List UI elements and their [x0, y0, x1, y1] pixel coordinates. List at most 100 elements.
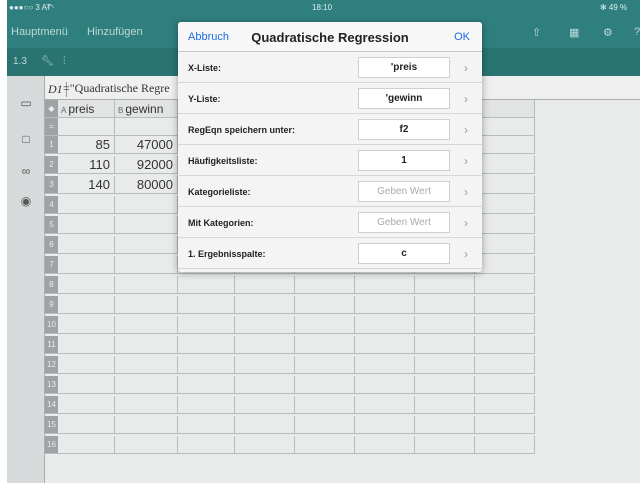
table-cell[interactable]: 110 [58, 156, 115, 174]
camera-icon[interactable]: ◉ [18, 194, 34, 208]
table-cell[interactable] [475, 376, 535, 394]
share-icon[interactable]: ⇧ [532, 26, 541, 39]
chevron-right-icon[interactable]: › [464, 92, 468, 106]
table-cell[interactable] [295, 296, 355, 314]
table-cell[interactable] [475, 396, 535, 414]
table-cell[interactable] [355, 336, 415, 354]
formula-cell[interactable] [115, 118, 178, 136]
row-number[interactable]: 3 [45, 176, 58, 194]
table-cell[interactable] [58, 356, 115, 374]
table-cell[interactable] [355, 316, 415, 334]
table-cell[interactable] [415, 376, 475, 394]
calculator-icon[interactable]: ▦ [569, 26, 579, 39]
option-value-field[interactable]: 1 [358, 150, 450, 171]
book-icon[interactable]: □ [18, 132, 34, 146]
table-cell[interactable] [415, 276, 475, 294]
row-number[interactable]: 2 [45, 156, 58, 174]
wrench-icon[interactable]: 🔧︎ [41, 56, 54, 67]
table-cell[interactable]: 85 [58, 136, 115, 154]
row-number[interactable]: 15 [45, 416, 58, 434]
table-cell[interactable] [475, 216, 535, 234]
chevron-right-icon[interactable]: › [464, 61, 468, 75]
table-cell[interactable] [235, 396, 295, 414]
row-number[interactable]: 11 [45, 336, 58, 354]
table-cell[interactable] [235, 296, 295, 314]
row-number[interactable]: 12 [45, 356, 58, 374]
row-number[interactable]: 1 [45, 136, 58, 154]
row-number[interactable]: 16 [45, 436, 58, 454]
chevron-right-icon[interactable]: › [464, 185, 468, 199]
row-number[interactable]: 10 [45, 316, 58, 334]
table-cell[interactable] [58, 196, 115, 214]
help-icon[interactable]: ? [634, 26, 640, 38]
table-cell[interactable] [415, 396, 475, 414]
table-cell[interactable] [355, 396, 415, 414]
table-cell[interactable] [178, 436, 235, 454]
row-number[interactable]: 9 [45, 296, 58, 314]
table-cell[interactable] [178, 296, 235, 314]
table-cell[interactable] [415, 336, 475, 354]
table-cell[interactable] [178, 336, 235, 354]
table-cell[interactable] [355, 376, 415, 394]
row-number[interactable]: 8 [45, 276, 58, 294]
table-cell[interactable] [415, 356, 475, 374]
table-cell[interactable] [58, 436, 115, 454]
chevron-right-icon[interactable]: › [464, 154, 468, 168]
option-value-field[interactable]: Geben Wert [358, 181, 450, 202]
table-cell[interactable] [178, 356, 235, 374]
table-cell[interactable] [115, 296, 178, 314]
table-cell[interactable] [235, 336, 295, 354]
table-cell[interactable] [235, 436, 295, 454]
table-cell[interactable] [295, 356, 355, 374]
dialog-option-row[interactable]: X-Liste: 'preis › [178, 53, 482, 83]
dialog-option-row[interactable]: 1. Ergebnisspalte: c › [178, 239, 482, 269]
table-cell[interactable] [115, 316, 178, 334]
ok-button[interactable]: OK [454, 31, 470, 43]
table-cell[interactable] [235, 276, 295, 294]
table-cell[interactable] [58, 256, 115, 274]
table-cell[interactable] [235, 416, 295, 434]
dialog-option-row[interactable]: Kategorieliste: Geben Wert › [178, 177, 482, 207]
table-cell[interactable] [475, 156, 535, 174]
home-menu-button[interactable]: Hauptmenü [11, 26, 68, 38]
table-cell[interactable] [58, 416, 115, 434]
chevron-right-icon[interactable]: › [464, 247, 468, 261]
table-cell[interactable] [475, 436, 535, 454]
table-cell[interactable] [355, 296, 415, 314]
table-cell[interactable] [475, 296, 535, 314]
table-cell[interactable] [475, 416, 535, 434]
table-cell[interactable] [115, 436, 178, 454]
table-cell[interactable] [415, 296, 475, 314]
row-number[interactable]: 7 [45, 256, 58, 274]
table-cell[interactable] [178, 396, 235, 414]
table-cell[interactable] [475, 176, 535, 194]
table-cell[interactable] [178, 316, 235, 334]
table-cell[interactable] [415, 416, 475, 434]
sliders-icon[interactable]: ⫶ [63, 56, 66, 67]
table-cell[interactable] [58, 296, 115, 314]
column-header[interactable]: Bgewinn [115, 100, 178, 118]
table-cell[interactable] [475, 276, 535, 294]
table-cell[interactable] [475, 356, 535, 374]
table-cell[interactable] [115, 356, 178, 374]
row-number[interactable]: 13 [45, 376, 58, 394]
row-number[interactable]: 5 [45, 216, 58, 234]
table-cell[interactable] [475, 196, 535, 214]
table-cell[interactable] [415, 436, 475, 454]
table-cell[interactable] [475, 316, 535, 334]
table-cell[interactable] [355, 276, 415, 294]
row-number[interactable]: 14 [45, 396, 58, 414]
table-cell[interactable] [58, 316, 115, 334]
formula-cell[interactable] [58, 118, 115, 136]
table-cell[interactable] [415, 316, 475, 334]
table-cell[interactable] [115, 396, 178, 414]
row-number[interactable]: 4 [45, 196, 58, 214]
dialog-option-row[interactable]: Mit Kategorien: Geben Wert › [178, 208, 482, 238]
table-cell[interactable] [115, 376, 178, 394]
table-cell[interactable] [115, 256, 178, 274]
table-cell[interactable] [295, 436, 355, 454]
table-cell[interactable]: 47000 [115, 136, 178, 154]
option-value-field[interactable]: f2 [358, 119, 450, 140]
table-cell[interactable] [58, 216, 115, 234]
dialog-option-row[interactable]: Häufigkeitsliste: 1 › [178, 146, 482, 176]
